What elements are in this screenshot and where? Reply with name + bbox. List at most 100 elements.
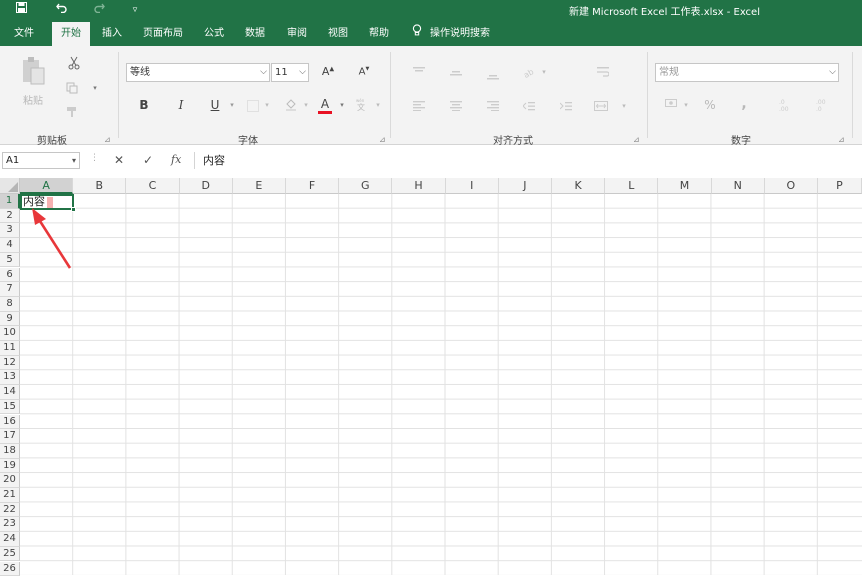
font-color-dropdown-icon[interactable]: ▾ [338, 101, 346, 109]
name-box[interactable]: A1 ▾ [2, 152, 80, 169]
comma-style-button[interactable]: , [739, 96, 749, 112]
row-header-24[interactable]: 24 [0, 532, 20, 547]
select-all-corner[interactable] [0, 178, 20, 194]
copy-dropdown-icon[interactable]: ▾ [90, 84, 100, 92]
tab-help[interactable]: 帮助 [360, 22, 398, 46]
column-header-m[interactable]: M [658, 178, 711, 194]
column-header-k[interactable]: K [552, 178, 605, 194]
italic-button[interactable]: I [174, 98, 188, 112]
column-header-o[interactable]: O [765, 178, 818, 194]
row-header-14[interactable]: 14 [0, 385, 20, 400]
row-header-26[interactable]: 26 [0, 562, 20, 576]
row-header-19[interactable]: 19 [0, 459, 20, 474]
column-header-c[interactable]: C [126, 178, 179, 194]
column-header-i[interactable]: I [446, 178, 499, 194]
cells-area[interactable] [20, 194, 862, 575]
accounting-format-icon[interactable] [664, 98, 680, 113]
orientation-dropdown-icon[interactable]: ▾ [540, 68, 548, 76]
paste-button-label[interactable]: 粘贴 [20, 92, 46, 107]
column-header-j[interactable]: J [499, 178, 552, 194]
row-header-2[interactable]: 2 [0, 209, 20, 224]
decrease-font-button[interactable]: A▼ [356, 66, 372, 77]
row-header-16[interactable]: 16 [0, 415, 20, 430]
row-header-23[interactable]: 23 [0, 517, 20, 532]
fill-color-icon[interactable] [284, 98, 298, 114]
column-header-b[interactable]: B [73, 178, 126, 194]
clipboard-launcher-icon[interactable]: ⊿ [104, 135, 111, 144]
column-header-f[interactable]: F [286, 178, 339, 194]
undo-icon[interactable] [52, 2, 70, 18]
column-header-a[interactable]: A [20, 178, 73, 194]
wrap-text-icon[interactable] [596, 66, 610, 81]
borders-dropdown-icon[interactable]: ▾ [263, 101, 271, 109]
row-header-1[interactable]: 1 [0, 194, 20, 209]
tab-view[interactable]: 视图 [320, 22, 356, 46]
phonetic-dropdown-icon[interactable]: ▾ [374, 101, 382, 109]
enter-icon[interactable]: ✓ [143, 153, 153, 167]
row-header-9[interactable]: 9 [0, 312, 20, 327]
percent-style-button[interactable]: % [702, 98, 718, 112]
row-header-25[interactable]: 25 [0, 547, 20, 562]
tab-file[interactable]: 文件 [4, 22, 44, 46]
decrease-decimal-icon[interactable]: .00.0 [812, 98, 830, 115]
merge-center-icon[interactable] [594, 100, 608, 114]
underline-button[interactable]: U [208, 98, 222, 112]
row-header-11[interactable]: 11 [0, 341, 20, 356]
row-header-21[interactable]: 21 [0, 488, 20, 503]
orientation-icon[interactable]: ab [524, 66, 538, 81]
cut-icon[interactable] [66, 56, 82, 73]
insert-function-icon[interactable]: fx [171, 153, 181, 166]
row-header-22[interactable]: 22 [0, 503, 20, 518]
row-header-17[interactable]: 17 [0, 429, 20, 444]
column-header-p[interactable]: P [818, 178, 862, 194]
align-right-icon[interactable] [486, 100, 500, 114]
tab-data[interactable]: 数据 [236, 22, 274, 46]
increase-decimal-icon[interactable]: .0.00 [775, 98, 793, 115]
increase-font-button[interactable]: A▲ [320, 65, 336, 78]
number-launcher-icon[interactable]: ⊿ [838, 135, 845, 144]
alignment-launcher-icon[interactable]: ⊿ [633, 135, 640, 144]
row-header-18[interactable]: 18 [0, 444, 20, 459]
underline-dropdown-icon[interactable]: ▾ [228, 101, 236, 109]
middle-align-icon[interactable] [449, 68, 463, 82]
tab-formulas[interactable]: 公式 [196, 22, 232, 46]
row-header-4[interactable]: 4 [0, 238, 20, 253]
row-header-5[interactable]: 5 [0, 253, 20, 268]
paste-icon[interactable] [20, 56, 46, 86]
column-header-h[interactable]: H [392, 178, 445, 194]
column-header-e[interactable]: E [233, 178, 286, 194]
tab-home[interactable]: 开始 [52, 22, 90, 46]
tab-review[interactable]: 审阅 [278, 22, 316, 46]
font-launcher-icon[interactable]: ⊿ [379, 135, 386, 144]
row-header-15[interactable]: 15 [0, 400, 20, 415]
tell-me-search[interactable]: 操作说明搜索 [412, 22, 490, 46]
column-header-g[interactable]: G [339, 178, 392, 194]
bold-button[interactable]: B [137, 98, 151, 112]
align-center-icon[interactable] [449, 100, 463, 114]
fill-color-dropdown-icon[interactable]: ▾ [302, 101, 310, 109]
accounting-dropdown-icon[interactable]: ▾ [682, 101, 690, 109]
row-header-3[interactable]: 3 [0, 223, 20, 238]
row-header-7[interactable]: 7 [0, 282, 20, 297]
column-header-l[interactable]: L [605, 178, 658, 194]
font-name-combo[interactable]: 等线 ⌵ [126, 63, 270, 82]
font-size-combo[interactable]: 11 ⌵ [271, 63, 309, 82]
row-header-20[interactable]: 20 [0, 473, 20, 488]
row-header-13[interactable]: 13 [0, 370, 20, 385]
bottom-align-icon[interactable] [486, 70, 500, 84]
borders-icon[interactable] [246, 100, 260, 115]
row-header-12[interactable]: 12 [0, 356, 20, 371]
merge-dropdown-icon[interactable]: ▾ [620, 102, 628, 110]
customize-qat-icon[interactable]: ▿ [126, 2, 144, 18]
phonetic-guide-icon[interactable]: wén文 [354, 98, 370, 114]
column-header-d[interactable]: D [180, 178, 233, 194]
decrease-indent-icon[interactable] [522, 100, 536, 114]
column-header-n[interactable]: N [712, 178, 765, 194]
row-header-6[interactable]: 6 [0, 268, 20, 283]
top-align-icon[interactable] [412, 66, 426, 80]
row-header-10[interactable]: 10 [0, 326, 20, 341]
tab-page-layout[interactable]: 页面布局 [134, 22, 192, 46]
increase-indent-icon[interactable] [559, 100, 573, 114]
redo-icon[interactable] [90, 2, 108, 18]
row-header-8[interactable]: 8 [0, 297, 20, 312]
